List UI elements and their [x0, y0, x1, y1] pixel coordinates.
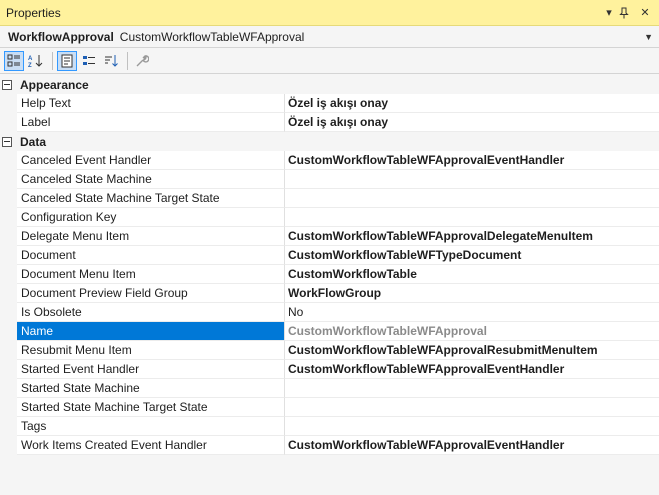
property-name: Configuration Key — [17, 208, 285, 227]
property-row[interactable]: Label Özel iş akışı onay — [0, 113, 659, 132]
property-row[interactable]: Document Preview Field Group WorkFlowGro… — [0, 284, 659, 303]
property-value[interactable] — [285, 417, 659, 436]
categorized-icon[interactable] — [4, 50, 24, 71]
sort-icon[interactable] — [101, 51, 121, 71]
property-row[interactable]: Configuration Key — [0, 208, 659, 227]
category-label: Data — [20, 134, 47, 149]
close-icon[interactable]: ✕ — [637, 6, 653, 19]
property-name: Canceled State Machine — [17, 170, 285, 189]
window-title: Properties — [6, 5, 61, 20]
svg-text:Z: Z — [28, 63, 32, 68]
object-type: CustomWorkflowTableWFApproval — [119, 29, 305, 44]
category-label: Appearance — [20, 77, 89, 92]
property-name: Canceled State Machine Target State — [17, 189, 285, 208]
property-value[interactable]: WorkFlowGroup — [285, 284, 659, 303]
properties-toolbar: A Z — [0, 48, 659, 74]
property-row[interactable]: Started State Machine Target State — [0, 398, 659, 417]
property-value[interactable]: CustomWorkflowTableWFApproval — [285, 322, 659, 341]
property-row[interactable]: Work Items Created Event Handler CustomW… — [0, 436, 659, 455]
property-value[interactable] — [285, 170, 659, 189]
property-row[interactable]: Started Event Handler CustomWorkflowTabl… — [0, 360, 659, 379]
wrench-icon[interactable] — [132, 51, 152, 71]
property-row-selected[interactable]: Name CustomWorkflowTableWFApproval — [0, 322, 659, 341]
object-selector[interactable]: WorkflowApproval CustomWorkflowTableWFAp… — [0, 26, 659, 48]
alphabetical-icon[interactable]: A Z — [26, 51, 46, 71]
object-name: WorkflowApproval — [8, 29, 114, 44]
property-name: Delegate Menu Item — [17, 227, 285, 246]
property-value[interactable]: CustomWorkflowTableWFApprovalDelegateMen… — [285, 227, 659, 246]
property-row[interactable]: Help Text Özel iş akışı onay — [0, 94, 659, 113]
property-row[interactable]: Delegate Menu Item CustomWorkflowTableWF… — [0, 227, 659, 246]
property-value[interactable]: CustomWorkflowTableWFApprovalEventHandle… — [285, 151, 659, 170]
property-name: Started State Machine — [17, 379, 285, 398]
chevron-down-icon[interactable]: ▼ — [644, 32, 653, 42]
property-row[interactable]: Canceled State Machine Target State — [0, 189, 659, 208]
property-name: Name — [17, 322, 285, 341]
property-value[interactable]: Özel iş akışı onay — [285, 113, 659, 132]
property-row[interactable]: Document CustomWorkflowTableWFTypeDocume… — [0, 246, 659, 265]
property-name: Document — [17, 246, 285, 265]
property-value[interactable]: CustomWorkflowTableWFApprovalEventHandle… — [285, 360, 659, 379]
property-grid: Appearance Help Text Özel iş akışı onay … — [0, 75, 659, 495]
toolbar-separator — [127, 51, 128, 70]
pin-icon[interactable] — [619, 7, 635, 19]
svg-text:A: A — [28, 56, 33, 62]
properties-icon[interactable] — [57, 50, 77, 71]
collapse-icon[interactable] — [0, 75, 14, 94]
property-value[interactable]: CustomWorkflowTable — [285, 265, 659, 284]
property-name: Tags — [17, 417, 285, 436]
property-name: Is Obsolete — [17, 303, 285, 322]
property-value[interactable] — [285, 208, 659, 227]
property-name: Started State Machine Target State — [17, 398, 285, 417]
collapse-icon[interactable] — [0, 132, 14, 151]
window-menu-dropdown-icon[interactable]: ▾ — [601, 6, 617, 19]
toolbar-separator — [52, 51, 53, 70]
property-row[interactable]: Tags — [0, 417, 659, 436]
property-value[interactable] — [285, 189, 659, 208]
property-name: Document Preview Field Group — [17, 284, 285, 303]
title-bar: Properties ▾ ✕ — [0, 0, 659, 26]
property-name: Work Items Created Event Handler — [17, 436, 285, 455]
events-icon[interactable] — [79, 51, 99, 71]
property-row[interactable]: Canceled Event Handler CustomWorkflowTab… — [0, 151, 659, 170]
category-appearance[interactable]: Appearance — [0, 75, 659, 94]
property-name: Canceled Event Handler — [17, 151, 285, 170]
property-value[interactable] — [285, 379, 659, 398]
property-value[interactable]: CustomWorkflowTableWFApprovalResubmitMen… — [285, 341, 659, 360]
property-value[interactable]: CustomWorkflowTableWFApprovalEventHandle… — [285, 436, 659, 455]
property-value[interactable]: Özel iş akışı onay — [285, 94, 659, 113]
property-row[interactable]: Canceled State Machine — [0, 170, 659, 189]
property-value[interactable]: No — [285, 303, 659, 322]
property-name: Document Menu Item — [17, 265, 285, 284]
property-value[interactable] — [285, 398, 659, 417]
property-name: Label — [17, 113, 285, 132]
property-value[interactable]: CustomWorkflowTableWFTypeDocument — [285, 246, 659, 265]
properties-window: Properties ▾ ✕ WorkflowApproval CustomWo… — [0, 0, 659, 495]
property-row[interactable]: Document Menu Item CustomWorkflowTable — [0, 265, 659, 284]
category-data[interactable]: Data — [0, 132, 659, 151]
property-name: Started Event Handler — [17, 360, 285, 379]
property-row[interactable]: Is Obsolete No — [0, 303, 659, 322]
property-name: Help Text — [17, 94, 285, 113]
property-name: Resubmit Menu Item — [17, 341, 285, 360]
property-row[interactable]: Started State Machine — [0, 379, 659, 398]
property-row[interactable]: Resubmit Menu Item CustomWorkflowTableWF… — [0, 341, 659, 360]
